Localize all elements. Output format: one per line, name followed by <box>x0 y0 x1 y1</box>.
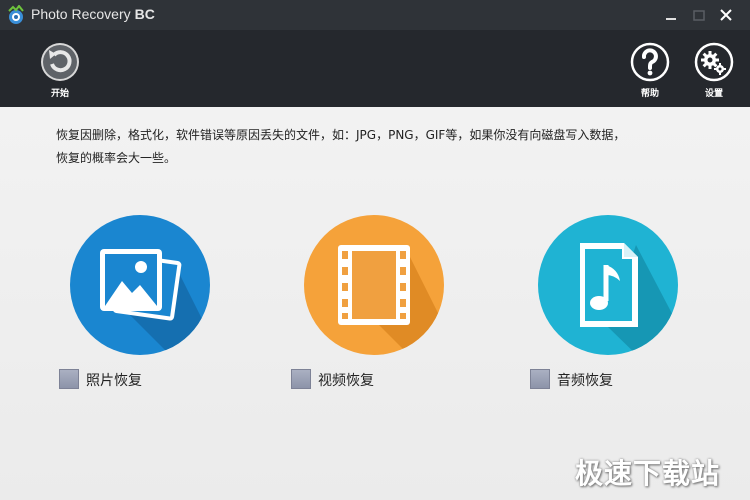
photo-recovery-checkbox[interactable] <box>59 369 79 389</box>
close-button[interactable] <box>717 6 735 24</box>
settings-label: 设置 <box>704 89 723 99</box>
toolbar: 开始 帮助 设置 <box>0 30 750 107</box>
window-title: Photo Recovery BC <box>31 6 155 22</box>
photo-recovery-label[interactable]: 照片恢复 <box>86 370 142 390</box>
main-content: 恢复因删除，格式化，软件错误等原因丢失的文件，如：JPG，PNG，GIF等，如果… <box>0 107 750 500</box>
music-file-icon[interactable] <box>538 215 678 355</box>
description: 恢复因删除，格式化，软件错误等原因丢失的文件，如：JPG，PNG，GIF等，如果… <box>56 124 716 170</box>
video-recovery-checkbox[interactable] <box>291 369 311 389</box>
description-line-2: 恢复的概率会大一些。 <box>56 151 177 165</box>
window-title-text: Photo Recovery <box>31 6 131 22</box>
audio-recovery-option: 音频恢复 <box>508 215 708 395</box>
restart-icon <box>41 43 79 81</box>
help-label: 帮助 <box>640 89 659 99</box>
video-recovery-option: 视频恢复 <box>274 215 474 395</box>
title-bar: Photo Recovery BC <box>0 0 750 30</box>
app-logo-icon <box>8 5 24 24</box>
help-icon <box>630 42 670 82</box>
window-title-suffix: BC <box>134 6 155 22</box>
start-button[interactable]: 开始 <box>36 42 84 99</box>
image-icon[interactable] <box>70 215 210 355</box>
description-line-1: 恢复因删除，格式化，软件错误等原因丢失的文件，如：JPG，PNG，GIF等，如果… <box>56 128 626 142</box>
settings-button[interactable]: 设置 <box>690 42 738 99</box>
audio-recovery-label[interactable]: 音频恢复 <box>557 370 613 390</box>
photo-recovery-option: 照片恢复 <box>40 215 240 395</box>
minimize-button[interactable] <box>662 6 680 24</box>
maximize-button[interactable] <box>690 6 708 24</box>
help-button[interactable]: 帮助 <box>625 42 675 99</box>
audio-recovery-checkbox[interactable] <box>530 369 550 389</box>
gear-icon <box>694 42 734 82</box>
start-label: 开始 <box>50 89 69 99</box>
video-recovery-label[interactable]: 视频恢复 <box>318 370 374 390</box>
film-icon[interactable] <box>304 215 444 355</box>
watermark-text: 极速下载站 <box>575 457 721 490</box>
